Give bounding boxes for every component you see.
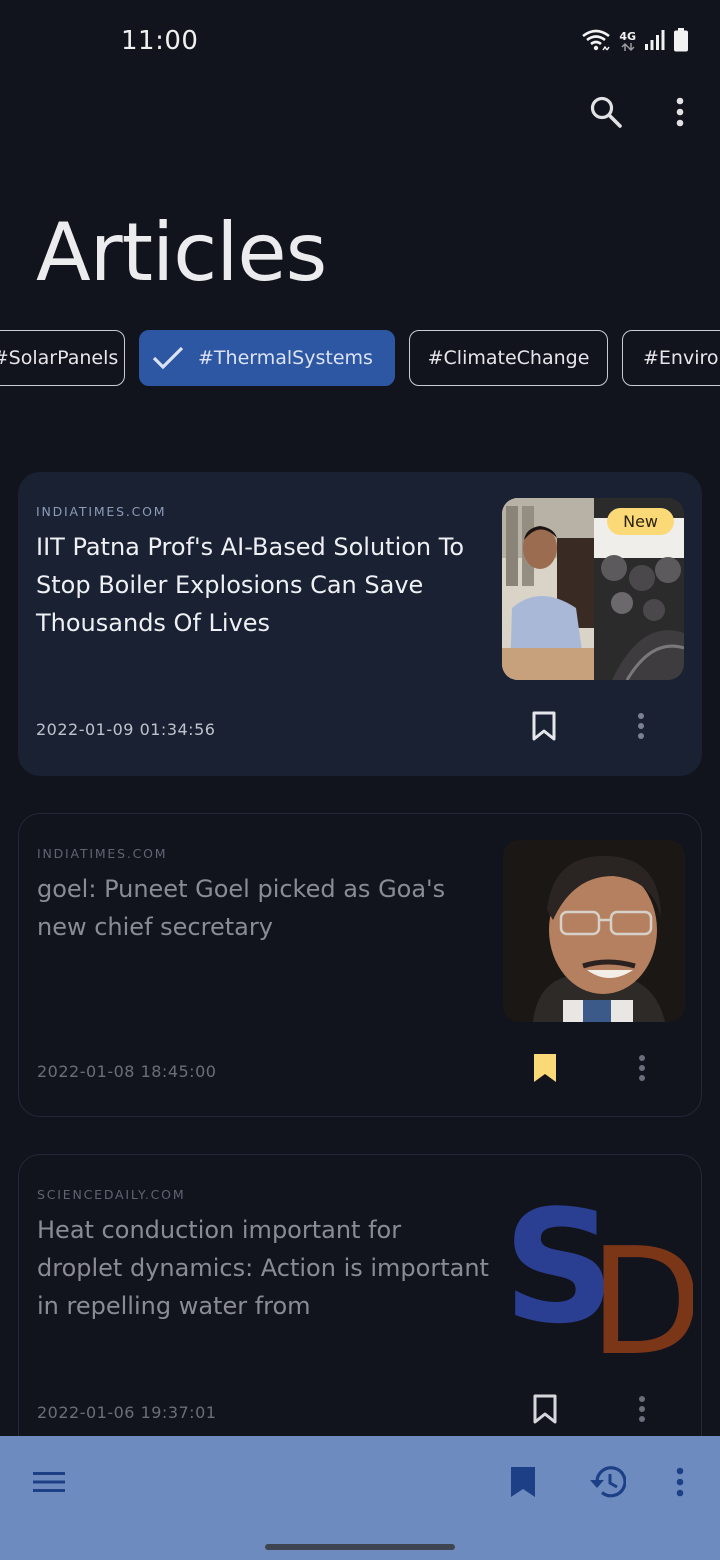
article-date: 2022-01-09 01:34:56 (36, 720, 216, 739)
bookmark-button[interactable] (527, 1391, 563, 1431)
chip-label: #Environment (643, 347, 720, 369)
more-vert-icon (638, 1395, 646, 1427)
more-vert-icon (638, 1054, 646, 1086)
article-date: 2022-01-06 19:37:01 (37, 1403, 217, 1422)
overflow-menu-button[interactable] (656, 90, 704, 138)
article-source: INDIATIMES.COM (36, 504, 167, 519)
page-title: Articles (36, 206, 327, 299)
bookmark-filled-icon (532, 1052, 558, 1088)
status-bar: 11:00 4G (0, 0, 720, 84)
history-button[interactable] (583, 1460, 631, 1508)
signal-icon (644, 29, 666, 55)
article-title: goel: Puneet Goel picked as Goa's new ch… (37, 875, 446, 941)
menu-icon (32, 1470, 66, 1498)
network-label: 4G (619, 30, 636, 43)
article-title: IIT Patna Prof's AI-Based Solution To St… (36, 533, 465, 637)
gesture-nav-handle[interactable] (265, 1544, 455, 1550)
article-title: Heat conduction important for droplet dy… (37, 1216, 489, 1320)
article-more-button[interactable] (624, 708, 658, 748)
bookmark-outline-icon (532, 1393, 558, 1429)
more-vert-icon (675, 97, 685, 131)
bottom-more-button[interactable] (656, 1460, 704, 1508)
chip-environment[interactable]: #Environment (622, 330, 720, 386)
status-time: 11:00 (121, 26, 199, 56)
more-vert-icon (675, 1467, 685, 1501)
status-icons: 4G (581, 28, 688, 56)
chip-solar-panels[interactable]: #SolarPanels (0, 330, 125, 386)
search-button[interactable] (582, 90, 630, 138)
more-vert-icon (637, 712, 645, 744)
article-card[interactable]: SCIENCEDAILY.COM Heat conduction importa… (18, 1154, 702, 1458)
article-thumbnail: New (502, 498, 684, 680)
tag-chip-row[interactable]: #SolarPanels #ThermalSystems #ClimateCha… (0, 330, 720, 386)
bookmark-outline-icon (531, 710, 557, 746)
article-date: 2022-01-08 18:45:00 (37, 1062, 217, 1081)
menu-button[interactable] (25, 1460, 73, 1508)
wifi-icon (581, 28, 611, 56)
bottom-app-bar (0, 1436, 720, 1560)
search-icon (589, 95, 623, 133)
battery-icon (674, 28, 688, 56)
network-4g-icon: 4G (619, 30, 636, 52)
chip-label: #ThermalSystems (198, 347, 373, 369)
article-source: INDIATIMES.COM (37, 846, 168, 861)
bookmarks-icon (509, 1465, 537, 1503)
history-icon (588, 1465, 627, 1503)
bookmark-button[interactable] (527, 1050, 563, 1090)
sciencedaily-logo: S D (503, 1181, 693, 1363)
article-card[interactable]: INDIATIMES.COM IIT Patna Prof's AI-Based… (18, 472, 702, 776)
logo-letter-d: D (589, 1216, 693, 1363)
chip-thermal-systems[interactable]: #ThermalSystems (139, 330, 395, 386)
chip-climate-change[interactable]: #ClimateChange (409, 330, 608, 386)
article-card[interactable]: INDIATIMES.COM goel: Puneet Goel picked … (18, 813, 702, 1117)
article-more-button[interactable] (625, 1050, 659, 1090)
check-icon (152, 346, 184, 370)
bookmark-button[interactable] (526, 708, 562, 748)
chip-label: #SolarPanels (0, 347, 119, 369)
article-source: SCIENCEDAILY.COM (37, 1187, 186, 1202)
article-thumbnail (503, 840, 685, 1022)
chip-label: #ClimateChange (427, 347, 590, 369)
bookmarks-button[interactable] (499, 1460, 547, 1508)
new-badge: New (607, 508, 674, 535)
article-more-button[interactable] (625, 1391, 659, 1431)
